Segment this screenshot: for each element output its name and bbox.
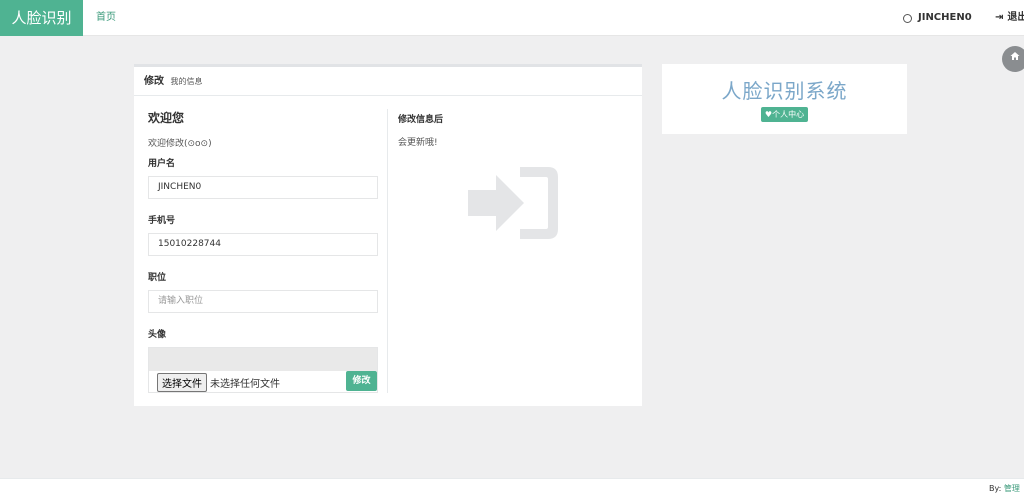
sign-out-icon: ⇥	[995, 12, 1004, 23]
footer-credit: By: 管理	[989, 479, 1020, 498]
logout-label: 退出	[1007, 12, 1024, 23]
footer-by-label: By:	[989, 484, 1002, 493]
avatar-upload: 选择文件 未选择任何文件	[148, 347, 378, 393]
info-title: 修改信息后	[398, 115, 444, 125]
user-menu[interactable]: JINCHEN0	[903, 0, 972, 36]
phone-field-label: 手机号	[148, 216, 176, 226]
system-card: 人脸识别系统 ♥个人中心	[662, 64, 907, 134]
position-field[interactable]: 请输入职位	[148, 290, 378, 313]
nav-home-link[interactable]: 首页	[96, 0, 116, 36]
username-label: JINCHEN0	[918, 12, 972, 23]
choose-file-button[interactable]: 选择文件	[157, 373, 207, 392]
submit-button[interactable]: 修改	[346, 371, 377, 391]
home-icon	[1010, 52, 1020, 60]
info-text: 会更新哦!	[398, 138, 438, 148]
avatar-field-label: 头像	[148, 330, 167, 340]
profile-center-label: 个人中心	[772, 110, 805, 119]
column-divider	[387, 109, 388, 393]
user-icon	[903, 13, 912, 23]
sign-in-icon	[468, 167, 558, 239]
welcome-text: 欢迎修改(⊙o⊙)	[148, 139, 212, 149]
edit-profile-panel: 修改 我的信息 欢迎您 欢迎修改(⊙o⊙) 用户名 JINCHEN0 手机号 1…	[134, 64, 642, 406]
username-field[interactable]: JINCHEN0	[148, 176, 378, 199]
no-file-text: 未选择任何文件	[210, 379, 280, 390]
system-title: 人脸识别系统	[721, 79, 848, 103]
info-column: 修改信息后 会更新哦!	[398, 112, 628, 148]
profile-center-badge[interactable]: ♥个人中心	[760, 107, 809, 122]
username-field-label: 用户名	[148, 159, 176, 169]
heart-icon: ♥	[764, 110, 773, 119]
panel-header: 修改 我的信息	[134, 67, 642, 96]
brand-logo[interactable]: 人脸识别	[0, 0, 83, 36]
panel-title: 修改	[144, 76, 164, 87]
phone-field[interactable]: 15010228744	[148, 233, 378, 256]
avatar-preview	[149, 348, 377, 371]
footer: By: 管理	[0, 478, 1024, 498]
profile-form: 欢迎您 欢迎修改(⊙o⊙) 用户名 JINCHEN0 手机号 150102287…	[148, 109, 378, 393]
top-navbar: 人脸识别 首页 JINCHEN0 ⇥ 退出	[0, 0, 1024, 36]
panel-subtitle: 我的信息	[170, 77, 203, 86]
logout-link[interactable]: ⇥ 退出	[995, 0, 1024, 36]
home-float-button[interactable]	[1002, 46, 1024, 72]
greeting-heading: 欢迎您	[148, 111, 185, 125]
position-field-label: 职位	[148, 273, 167, 283]
footer-author-link[interactable]: 管理	[1004, 484, 1020, 493]
